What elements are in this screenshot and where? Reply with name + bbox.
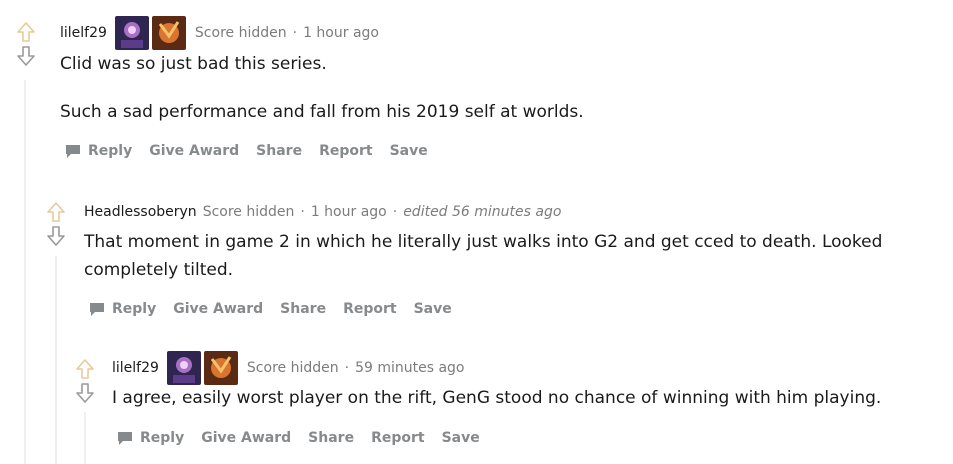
save-button[interactable]: Save bbox=[390, 143, 428, 159]
share-button[interactable]: Share bbox=[280, 301, 326, 317]
separator: · bbox=[344, 360, 350, 376]
separator: · bbox=[292, 25, 298, 41]
comment-text: That moment in game 2 in which he litera… bbox=[84, 232, 883, 252]
report-button[interactable]: Report bbox=[343, 301, 397, 317]
chat-bubble-icon bbox=[118, 432, 132, 445]
comment-actions: Reply Give Award Share Report Save bbox=[116, 429, 497, 447]
timestamp[interactable]: 59 minutes ago bbox=[355, 360, 464, 376]
report-button[interactable]: Report bbox=[319, 143, 373, 159]
flair-champion-icon bbox=[114, 16, 149, 50]
thread-line[interactable] bbox=[24, 80, 26, 464]
vote-column bbox=[14, 20, 38, 68]
comment-text: I agree, easily worst player on the rift… bbox=[112, 388, 882, 408]
upvote-icon[interactable] bbox=[14, 20, 38, 44]
share-button[interactable]: Share bbox=[308, 430, 354, 446]
save-button[interactable]: Save bbox=[442, 430, 480, 446]
reply-button[interactable]: Reply bbox=[88, 300, 156, 318]
chat-bubble-icon bbox=[66, 145, 80, 158]
upvote-icon[interactable] bbox=[44, 200, 68, 224]
thread-line[interactable] bbox=[55, 256, 57, 464]
downvote-icon[interactable] bbox=[14, 44, 38, 68]
author-link[interactable]: lilelf29 bbox=[112, 360, 159, 376]
separator: · bbox=[300, 204, 305, 220]
downvote-icon[interactable] bbox=[73, 381, 97, 405]
comment-text: Such a sad performance and fall from his… bbox=[60, 102, 584, 122]
give-award-button[interactable]: Give Award bbox=[149, 143, 239, 159]
give-award-button[interactable]: Give Award bbox=[201, 430, 291, 446]
vote-column bbox=[44, 200, 68, 248]
share-button[interactable]: Share bbox=[256, 143, 302, 159]
separator: · bbox=[392, 204, 398, 220]
comment-text: completely tilted. bbox=[84, 260, 234, 280]
give-award-button[interactable]: Give Award bbox=[173, 301, 263, 317]
score-hidden: Score hidden bbox=[194, 25, 287, 41]
downvote-icon[interactable] bbox=[44, 224, 68, 248]
comment-actions: Reply Give Award Share Report Save bbox=[64, 142, 445, 160]
score-hidden: Score hidden bbox=[202, 204, 295, 220]
comment-meta: Headlessoberyn Score hidden · 1 hour ago… bbox=[84, 197, 561, 227]
score-hidden: Score hidden bbox=[246, 360, 339, 376]
reply-label: Reply bbox=[88, 143, 133, 159]
thread-line[interactable] bbox=[84, 412, 86, 464]
reply-label: Reply bbox=[112, 301, 157, 317]
reply-label: Reply bbox=[140, 430, 185, 446]
timestamp[interactable]: 1 hour ago bbox=[303, 25, 379, 41]
flair-champion-icon bbox=[166, 351, 201, 385]
upvote-icon[interactable] bbox=[73, 357, 97, 381]
reply-button[interactable]: Reply bbox=[64, 142, 132, 160]
save-button[interactable]: Save bbox=[414, 301, 452, 317]
edited-timestamp: edited 56 minutes ago bbox=[403, 204, 562, 220]
comment-meta: lilelf29 Score hidden · 1 hour ago bbox=[60, 16, 379, 50]
comment-actions: Reply Give Award Share Report Save bbox=[88, 300, 469, 318]
author-link[interactable]: lilelf29 bbox=[60, 25, 107, 41]
author-link[interactable]: Headlessoberyn bbox=[84, 204, 197, 220]
comment-text: Clid was so just bad this series. bbox=[60, 54, 327, 74]
comment-meta: lilelf29 Score hidden · 59 minutes ago bbox=[112, 351, 464, 385]
flair-champion-icon bbox=[203, 351, 238, 385]
chat-bubble-icon bbox=[90, 303, 104, 316]
reply-button[interactable]: Reply bbox=[116, 429, 184, 447]
report-button[interactable]: Report bbox=[371, 430, 425, 446]
timestamp[interactable]: 1 hour ago bbox=[311, 204, 387, 220]
vote-column bbox=[73, 357, 97, 405]
flair-champion-icon bbox=[151, 16, 186, 50]
